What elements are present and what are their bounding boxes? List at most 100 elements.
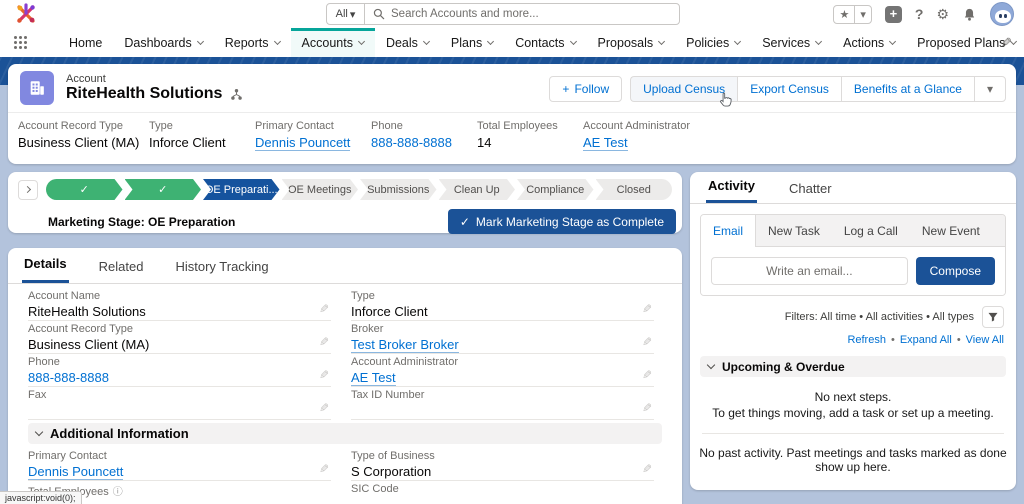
- tab-details[interactable]: Details: [22, 247, 69, 283]
- tab-related[interactable]: Related: [97, 250, 146, 283]
- edit-pencil-icon[interactable]: ✎: [319, 335, 329, 349]
- edit-pencil-icon[interactable]: ✎: [642, 368, 652, 382]
- favorites-button-group[interactable]: ★ ▾: [833, 5, 871, 24]
- compose-button[interactable]: Compose: [916, 257, 995, 285]
- field-label: Type: [149, 120, 245, 132]
- edit-pencil-icon[interactable]: ✎: [642, 335, 652, 349]
- field-sic-code: SIC Code: [351, 481, 654, 504]
- nav-tab-contacts[interactable]: Contacts: [504, 28, 586, 57]
- field-account-administrator: Account Administrator AE Test ✎: [351, 354, 654, 387]
- path-stage-closed[interactable]: Closed: [596, 179, 673, 200]
- notifications-bell-icon[interactable]: [962, 7, 977, 22]
- field-label: Primary Contact: [28, 450, 331, 462]
- expand-all-link[interactable]: Expand All: [900, 334, 952, 346]
- view-all-link[interactable]: View All: [966, 334, 1004, 346]
- field-phone: Phone 888-888-8888 ✎: [28, 354, 331, 387]
- search-scope-dropdown[interactable]: All ▾: [327, 4, 365, 24]
- nav-tab-home[interactable]: Home: [58, 28, 113, 57]
- path-stage-complete-1[interactable]: ✓: [46, 179, 123, 200]
- search-input[interactable]: [391, 8, 671, 20]
- account-administrator-link[interactable]: AE Test: [351, 370, 396, 386]
- tab-log-a-call[interactable]: Log a Call: [832, 215, 910, 246]
- activity-panel-card: Activity Chatter Email New Task Log a Ca…: [690, 172, 1016, 490]
- nav-tab-dashboards[interactable]: Dashboards: [113, 28, 213, 57]
- tab-new-event[interactable]: New Event: [910, 215, 992, 246]
- path-stage-clean-up[interactable]: Clean Up: [439, 179, 516, 200]
- refresh-link[interactable]: Refresh: [847, 334, 886, 346]
- tab-new-task[interactable]: New Task: [756, 215, 832, 246]
- edit-pencil-icon[interactable]: ✎: [642, 401, 652, 415]
- nav-tab-services[interactable]: Services: [751, 28, 832, 57]
- field-label: Primary Contact: [255, 120, 361, 132]
- tab-activity[interactable]: Activity: [706, 171, 757, 203]
- path-stage-oe-preparation[interactable]: OE Preparati...: [203, 179, 280, 200]
- primary-contact-link[interactable]: Dennis Pouncett: [255, 135, 350, 151]
- filter-button[interactable]: [982, 306, 1004, 328]
- nav-tab-proposals[interactable]: Proposals: [587, 28, 676, 57]
- section-additional-information[interactable]: Additional Information: [28, 423, 662, 444]
- nav-tab-policies[interactable]: Policies: [675, 28, 751, 57]
- favorites-dropdown-icon[interactable]: ▾: [855, 6, 871, 23]
- app-launcher-icon[interactable]: [14, 36, 27, 50]
- info-icon[interactable]: ⓘ: [113, 487, 123, 498]
- nav-tab-deals[interactable]: Deals: [375, 28, 440, 57]
- nav-tab-accounts[interactable]: Accounts: [291, 28, 375, 57]
- highlight-total-employees: Total Employees 14: [477, 120, 583, 150]
- edit-pencil-icon[interactable]: ✎: [642, 462, 652, 476]
- favorite-star-icon[interactable]: ★: [834, 6, 855, 23]
- field-value: 14: [477, 135, 573, 150]
- stage-label: Submissions: [367, 184, 429, 196]
- stage-label: OE Meetings: [288, 184, 352, 196]
- view-hierarchy-icon[interactable]: [230, 88, 243, 101]
- highlight-account-record-type: Account Record Type Business Client (MA): [18, 120, 149, 150]
- benefits-at-a-glance-button[interactable]: Benefits at a Glance: [841, 76, 974, 102]
- email-input[interactable]: [711, 257, 908, 285]
- field-broker: Broker Test Broker Broker ✎: [351, 321, 654, 354]
- field-value: Inforce Client: [351, 304, 654, 319]
- separator-dot: •: [891, 334, 895, 346]
- edit-pencil-icon[interactable]: ✎: [642, 302, 652, 316]
- export-census-button[interactable]: Export Census: [737, 76, 841, 102]
- path-stage-complete-2[interactable]: ✓: [125, 179, 202, 200]
- global-actions-icon[interactable]: +: [885, 6, 902, 23]
- check-icon: ✓: [80, 183, 89, 196]
- upload-census-button[interactable]: Upload Census: [630, 76, 737, 102]
- tab-history-tracking[interactable]: History Tracking: [173, 250, 270, 283]
- user-avatar[interactable]: [990, 2, 1014, 26]
- help-icon[interactable]: ?: [915, 6, 924, 22]
- app-nav-bar: Agency Managem... Home Dashboards Report…: [0, 28, 1024, 57]
- field-type-of-business: Type of Business S Corporation ✎: [351, 448, 654, 481]
- mark-stage-complete-button[interactable]: ✓ Mark Marketing Stage as Complete: [448, 209, 676, 234]
- path-stage-compliance[interactable]: Compliance: [517, 179, 594, 200]
- nav-tab-actions[interactable]: Actions: [832, 28, 906, 57]
- chevron-down-icon: [658, 37, 665, 44]
- phone-link[interactable]: 888-888-8888: [371, 135, 452, 150]
- edit-pencil-icon[interactable]: ✎: [319, 368, 329, 382]
- setup-gear-icon[interactable]: ⚙: [936, 6, 949, 23]
- account-administrator-link[interactable]: AE Test: [583, 135, 628, 151]
- edit-nav-pencil-icon[interactable]: ✎: [1001, 35, 1012, 51]
- nav-tab-reports[interactable]: Reports: [214, 28, 291, 57]
- plus-icon: +: [562, 82, 569, 96]
- edit-pencil-icon[interactable]: ✎: [319, 302, 329, 316]
- phone-link[interactable]: 888-888-8888: [28, 370, 109, 385]
- path-stage-oe-meetings[interactable]: OE Meetings: [282, 179, 359, 200]
- field-fax: Fax ✎: [28, 387, 331, 420]
- chevron-down-icon: [273, 37, 280, 44]
- path-expand-button[interactable]: [18, 180, 38, 200]
- nav-tab-label: Reports: [225, 36, 269, 50]
- section-upcoming-overdue[interactable]: Upcoming & Overdue: [700, 356, 1006, 377]
- edit-pencil-icon[interactable]: ✎: [319, 401, 329, 415]
- primary-contact-link[interactable]: Dennis Pouncett: [28, 464, 123, 480]
- edit-pencil-icon[interactable]: ✎: [319, 462, 329, 476]
- nav-tab-plans[interactable]: Plans: [440, 28, 504, 57]
- tab-email[interactable]: Email: [701, 215, 756, 247]
- broker-link[interactable]: Test Broker Broker: [351, 337, 459, 353]
- highlight-account-administrator: Account Administrator AE Test: [583, 120, 700, 150]
- more-actions-dropdown-button[interactable]: ▾: [974, 76, 1006, 102]
- follow-button[interactable]: + Follow: [549, 76, 622, 102]
- empty-line-1: No next steps.: [690, 389, 1016, 405]
- field-label: Type: [351, 290, 654, 302]
- path-stage-submissions[interactable]: Submissions: [360, 179, 437, 200]
- tab-chatter[interactable]: Chatter: [787, 174, 834, 203]
